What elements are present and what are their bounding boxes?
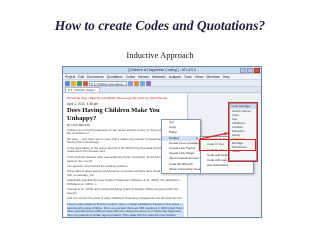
open-folder-icon[interactable] bbox=[71, 80, 76, 86]
annotation-arrow-icon bbox=[199, 132, 229, 140]
submenu-item-label: Use Autocoding bbox=[207, 163, 229, 168]
menu-item-show-connection-source[interactable]: Show Connection Source bbox=[162, 167, 204, 172]
menu-help[interactable]: Help bbox=[223, 75, 230, 79]
menu-memos[interactable]: Memos bbox=[138, 75, 149, 79]
window-controls bbox=[240, 68, 260, 73]
save-icon[interactable] bbox=[77, 80, 82, 86]
memo-icon[interactable] bbox=[140, 80, 145, 86]
code-icon[interactable] bbox=[134, 80, 139, 86]
doc-date: April 1, 2010, 4:38 pm bbox=[67, 102, 99, 106]
maximize-button[interactable] bbox=[247, 68, 253, 73]
new-icon[interactable] bbox=[65, 80, 70, 86]
document-tabs: P 1: Children Happy... bbox=[63, 87, 261, 93]
window-titlebar: [Children & Happiness Coding ] - ATLAS.t… bbox=[63, 67, 261, 74]
submenu-item[interactable]: Use Autocoding bbox=[201, 163, 253, 168]
menu-analysis[interactable]: Analysis bbox=[169, 75, 181, 79]
menu-views[interactable]: Views bbox=[195, 75, 204, 79]
selected-text[interactable]: There is also evidence that the common h… bbox=[67, 202, 184, 217]
minimize-button[interactable] bbox=[240, 68, 246, 73]
menu-documents[interactable]: Documents bbox=[87, 75, 104, 79]
close-button[interactable] bbox=[254, 68, 260, 73]
quotation-icon[interactable] bbox=[128, 80, 133, 86]
window-title: [Children & Happiness Coding ] - ATLAS.t… bbox=[128, 68, 196, 72]
blog-line: Parenting blog • Blog by Lisa Belkin dis… bbox=[67, 96, 168, 100]
doc-paragraph: Twenge et al., 2003) and mental well-bei… bbox=[67, 187, 179, 196]
slide-title: How to create Codes and Quotations? bbox=[54, 18, 266, 33]
menu-codes[interactable]: Codes bbox=[126, 75, 136, 79]
doc-paragraph: And it is not just the years of early ch… bbox=[67, 196, 184, 201]
tool-icon[interactable] bbox=[83, 80, 88, 86]
menu-item-coding-label: Coding bbox=[169, 135, 179, 140]
network-icon[interactable] bbox=[146, 80, 151, 86]
context-menu: Cut Copy Paste Coding ▸ Create Free Quota… bbox=[161, 119, 204, 174]
tab-document[interactable]: P 1: Children Happy... bbox=[65, 87, 101, 92]
menu-quotations[interactable]: Quotations bbox=[107, 75, 123, 79]
menu-networks[interactable]: Networks bbox=[152, 75, 166, 79]
doc-paragraph: statistically significantly lower levels… bbox=[67, 178, 180, 187]
menu-project[interactable]: Project bbox=[65, 75, 75, 79]
toolbar: P 1: Children are Happy... bbox=[63, 80, 261, 87]
menu-edit[interactable]: Edit bbox=[78, 75, 84, 79]
menu-windows[interactable]: Windows bbox=[206, 75, 219, 79]
document-select[interactable]: P 1: Children are Happy... bbox=[89, 80, 127, 86]
slide-subtitle: Inductive Approach bbox=[126, 50, 194, 60]
menu-tools[interactable]: Tools bbox=[184, 75, 192, 79]
annotation-box-code-manager bbox=[228, 102, 258, 162]
